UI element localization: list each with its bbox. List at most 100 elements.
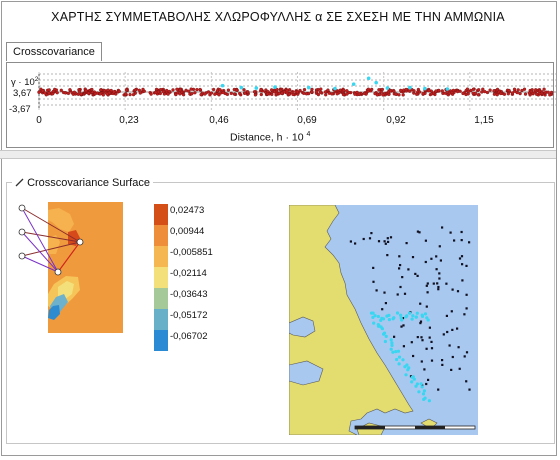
data-point bbox=[178, 88, 182, 92]
data-point bbox=[161, 90, 166, 94]
data-point bbox=[377, 92, 382, 97]
data-point bbox=[99, 88, 103, 92]
sample-point bbox=[451, 328, 454, 331]
sample-point bbox=[420, 360, 423, 363]
sample-point bbox=[402, 324, 405, 327]
sample-point bbox=[448, 344, 451, 347]
scale-bar bbox=[354, 425, 476, 430]
selected-sample-point bbox=[414, 384, 418, 388]
data-point bbox=[534, 88, 538, 92]
sample-point bbox=[419, 302, 422, 305]
sample-point bbox=[423, 368, 426, 371]
tab-crosscovariance[interactable]: Crosscovariance bbox=[6, 42, 102, 61]
sample-point bbox=[368, 237, 372, 240]
selected-sample-point bbox=[411, 314, 415, 318]
sample-point bbox=[411, 256, 415, 259]
data-point bbox=[190, 92, 194, 96]
handle[interactable] bbox=[18, 228, 26, 236]
selected-sample-point bbox=[376, 323, 380, 327]
sample-point bbox=[384, 242, 387, 245]
sample-point bbox=[445, 282, 448, 285]
sample-point bbox=[426, 282, 429, 285]
legend-label: 0,00944 bbox=[170, 226, 205, 237]
data-point bbox=[421, 92, 425, 96]
handle[interactable] bbox=[54, 268, 62, 276]
data-point bbox=[206, 90, 211, 94]
selected-sample-point bbox=[399, 313, 403, 317]
selected-data-point bbox=[423, 86, 427, 91]
selected-data-point bbox=[385, 86, 390, 90]
sample-point bbox=[398, 267, 401, 270]
sample-point bbox=[427, 378, 430, 381]
sample-point bbox=[468, 241, 471, 244]
sample-point bbox=[437, 388, 440, 391]
data-point bbox=[137, 88, 142, 92]
sample-point bbox=[426, 291, 429, 294]
sample-point bbox=[414, 272, 417, 275]
data-point bbox=[546, 90, 550, 94]
data-point bbox=[55, 91, 59, 95]
data-point bbox=[199, 92, 203, 97]
data-point bbox=[131, 92, 136, 97]
sample-point bbox=[372, 280, 375, 283]
sample-point bbox=[432, 282, 435, 285]
legend-swatch bbox=[154, 225, 168, 246]
data-point bbox=[66, 91, 71, 96]
sample-point bbox=[399, 285, 402, 289]
sampling-map[interactable] bbox=[289, 205, 478, 435]
data-point bbox=[47, 88, 51, 92]
selected-data-point bbox=[374, 80, 378, 85]
selected-sample-point bbox=[396, 349, 401, 353]
data-point bbox=[353, 92, 357, 96]
handle[interactable] bbox=[18, 252, 26, 260]
data-point bbox=[72, 90, 77, 94]
selected-sample-point bbox=[389, 338, 393, 342]
legend-item: -0,005851 bbox=[154, 246, 213, 267]
panel-splitter[interactable] bbox=[0, 150, 556, 159]
sample-point bbox=[463, 313, 466, 316]
sample-point bbox=[425, 347, 428, 350]
data-point bbox=[149, 92, 153, 96]
data-point bbox=[154, 87, 159, 92]
data-point bbox=[399, 88, 403, 93]
y-axis-title-text: γ · 10 bbox=[11, 77, 35, 89]
sample-point bbox=[453, 239, 456, 242]
sample-point bbox=[387, 240, 390, 243]
sample-point bbox=[428, 326, 431, 329]
handle[interactable] bbox=[18, 204, 26, 212]
legend-swatch bbox=[154, 309, 168, 330]
x-axis-title-text: Distance, h · 10 bbox=[230, 131, 304, 144]
data-point bbox=[43, 91, 47, 95]
data-point bbox=[184, 88, 188, 92]
data-point bbox=[187, 89, 191, 93]
data-point bbox=[226, 88, 231, 92]
sample-point bbox=[416, 274, 419, 277]
crosscovariance-points bbox=[37, 87, 554, 97]
sample-point bbox=[430, 340, 433, 343]
selected-sample-point bbox=[422, 389, 426, 393]
selected-sample-point bbox=[382, 331, 387, 335]
data-point bbox=[476, 93, 480, 97]
sample-point bbox=[419, 322, 422, 325]
selected-sample-point bbox=[404, 315, 408, 319]
selected-sample-point bbox=[406, 368, 410, 372]
sample-point bbox=[416, 230, 419, 233]
data-point bbox=[98, 92, 102, 96]
crosscovariance-plot[interactable] bbox=[33, 72, 556, 110]
selected-sample-point bbox=[421, 392, 426, 396]
handle[interactable] bbox=[76, 238, 84, 246]
selected-sample-point bbox=[404, 373, 408, 377]
data-point bbox=[415, 92, 419, 96]
surface-header: Crosscovariance Surface bbox=[12, 177, 153, 189]
crosscovariance-surface[interactable] bbox=[14, 202, 126, 336]
data-point bbox=[507, 88, 511, 93]
data-point bbox=[302, 87, 307, 92]
data-point bbox=[138, 91, 142, 95]
data-point bbox=[502, 92, 507, 96]
sample-point bbox=[456, 327, 459, 330]
data-point bbox=[477, 88, 481, 92]
data-point bbox=[165, 88, 169, 93]
legend-item: -0,05172 bbox=[154, 309, 208, 330]
data-point bbox=[234, 88, 239, 92]
sample-point bbox=[384, 302, 387, 305]
